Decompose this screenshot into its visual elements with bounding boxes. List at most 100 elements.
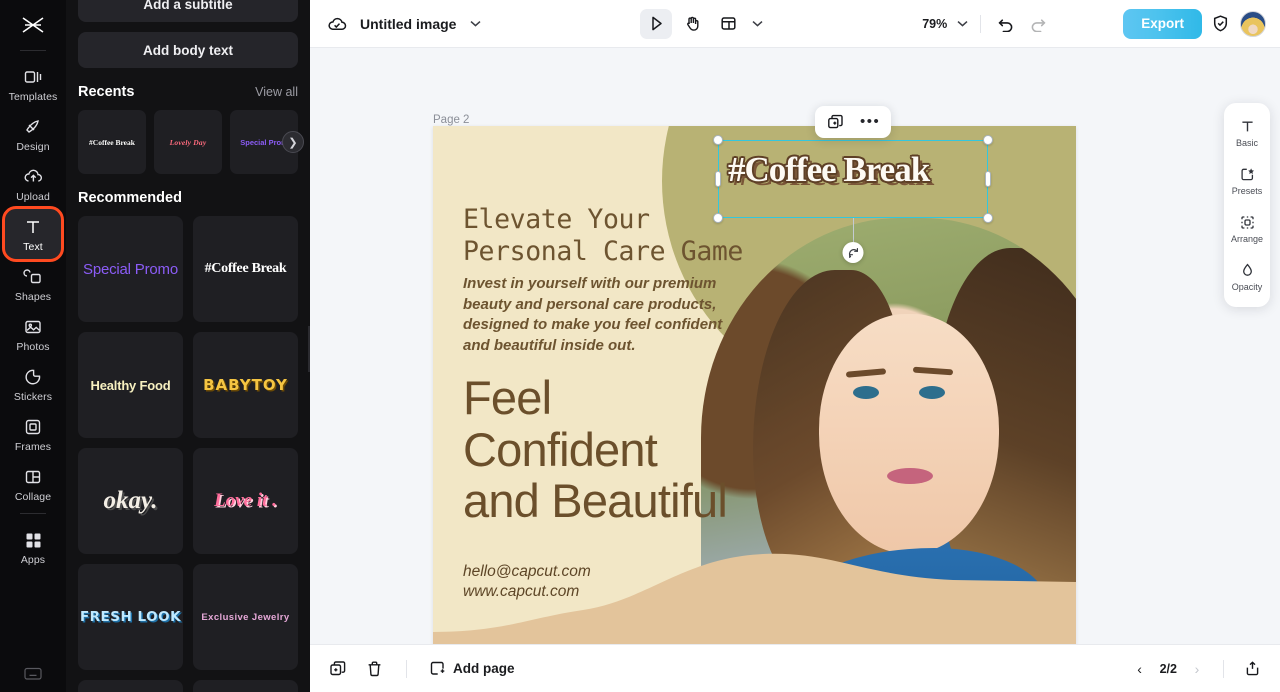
layout-panel-icon[interactable]: [712, 9, 744, 39]
duplicate-layer-icon[interactable]: [826, 113, 844, 131]
shapes-icon: [22, 266, 44, 288]
export-button[interactable]: Export: [1123, 8, 1202, 39]
panel-item-basic[interactable]: Basic: [1225, 113, 1269, 151]
rotate-handle-icon[interactable]: [842, 242, 864, 263]
sidebar-item-label: Frames: [14, 441, 52, 453]
sidebar-item-frames[interactable]: Frames: [5, 409, 61, 459]
canvas-tools: [640, 8, 763, 39]
shield-check-icon[interactable]: [1208, 11, 1234, 37]
capcut-logo-icon[interactable]: [13, 8, 53, 42]
add-page-label: Add page: [453, 661, 515, 676]
sidebar-item-upload[interactable]: Upload: [5, 159, 61, 209]
next-page-button[interactable]: ›: [1189, 661, 1205, 677]
add-page-button[interactable]: Add page: [429, 660, 515, 677]
sidebar-item-design[interactable]: Design: [5, 109, 61, 159]
duplicate-page-icon[interactable]: [328, 659, 348, 679]
present-export-icon[interactable]: [1242, 659, 1262, 679]
photo-face: [819, 314, 999, 554]
presets-star-icon: [1237, 164, 1257, 184]
panel-item-arrange[interactable]: Arrange: [1225, 209, 1269, 247]
template-card[interactable]: Love it .: [193, 448, 298, 554]
design-canvas-wrapper[interactable]: Elevate Your Personal Care Game Invest i…: [433, 126, 1076, 644]
sidebar-item-photos[interactable]: Photos: [5, 309, 61, 359]
design-big-heading[interactable]: Feel Confident and Beautiful: [463, 371, 728, 527]
sidebar-item-label: Collage: [14, 491, 52, 503]
template-card-label: BABYTOY: [203, 376, 288, 394]
recent-template-card[interactable]: Lovely Day: [154, 110, 222, 174]
sidebar-item-label: Design: [16, 141, 50, 153]
sidebar-item-apps[interactable]: Apps: [5, 522, 61, 572]
design-body-copy[interactable]: Invest in yourself with our premium beau…: [463, 274, 722, 357]
design-icon: [22, 116, 44, 138]
top-toolbar: Untitled image 79% Export: [310, 0, 1280, 48]
stickers-icon: [22, 366, 44, 388]
design-contact-info[interactable]: hello@capcut.com www.capcut.com: [463, 562, 591, 602]
chevron-down-icon[interactable]: [752, 20, 763, 27]
templates-icon: [22, 66, 44, 88]
template-card-label: Love it .: [214, 490, 277, 511]
recommended-header: Recommended: [78, 190, 298, 206]
template-card[interactable]: [78, 680, 183, 692]
sidebar-item-collage[interactable]: Collage: [5, 459, 61, 509]
add-subtitle-button[interactable]: Add a subtitle: [78, 0, 298, 22]
template-card[interactable]: BABYTOY: [193, 332, 298, 438]
page-label: Page 2: [433, 114, 470, 126]
keyboard-shortcuts-icon[interactable]: [23, 666, 43, 692]
undo-arrow-icon[interactable]: [993, 11, 1019, 37]
template-card[interactable]: [193, 680, 298, 692]
cloud-saved-icon[interactable]: [324, 11, 350, 37]
resize-handle-bottom-left[interactable]: [713, 213, 723, 223]
template-card-label: Exclusive Jewelry: [201, 611, 290, 623]
template-card[interactable]: Special Promo: [78, 216, 183, 322]
sidebar-item-stickers[interactable]: Stickers: [5, 359, 61, 409]
sidebar-item-label: Apps: [20, 554, 46, 566]
redo-arrow-icon[interactable]: [1025, 11, 1051, 37]
user-avatar[interactable]: [1239, 10, 1266, 37]
sidebar-item-label: Templates: [8, 91, 58, 103]
template-card[interactable]: FRESH LOOK: [78, 564, 183, 670]
canvas-stage[interactable]: Page 2 ••• Elevate Your Personal Care Ga…: [310, 48, 1280, 644]
prev-page-button[interactable]: ‹: [1132, 661, 1148, 677]
hand-pan-icon[interactable]: [676, 9, 708, 39]
resize-handle-middle-right[interactable]: [985, 171, 991, 187]
divider: [1223, 659, 1224, 678]
resize-handle-top-left[interactable]: [713, 135, 723, 145]
trash-icon[interactable]: [364, 659, 384, 679]
template-card[interactable]: #Coffee Break: [193, 216, 298, 322]
template-card[interactable]: Healthy Food: [78, 332, 183, 438]
sidebar-item-shapes[interactable]: Shapes: [5, 259, 61, 309]
add-page-icon: [429, 660, 446, 677]
capcut-editor-window: Templates Design Upload Text Shapes Phot…: [0, 0, 1280, 692]
chevron-down-icon[interactable]: [470, 20, 481, 27]
resize-handle-top-right[interactable]: [983, 135, 993, 145]
body-line-1: Invest in yourself with our premium: [463, 275, 717, 292]
recents-header: Recents View all: [78, 84, 298, 100]
design-headline[interactable]: Elevate Your Personal Care Game: [463, 204, 743, 269]
chevron-down-icon[interactable]: [957, 20, 968, 27]
recent-card-label: Special Prom: [240, 137, 288, 147]
text-t-icon: [1237, 116, 1257, 136]
view-all-link[interactable]: View all: [255, 85, 298, 99]
recommended-grid: Special Promo #Coffee Break Healthy Food…: [78, 216, 298, 692]
panel-collapse-handle[interactable]: ❮: [308, 326, 310, 372]
panel-item-opacity[interactable]: Opacity: [1225, 257, 1269, 295]
collage-icon: [22, 466, 44, 488]
panel-item-presets[interactable]: Presets: [1225, 161, 1269, 199]
recent-template-card[interactable]: #Coffee Break: [78, 110, 146, 174]
zoom-level[interactable]: 79%: [922, 17, 947, 31]
chevron-right-icon[interactable]: ❯: [282, 131, 304, 153]
add-body-text-button[interactable]: Add body text: [78, 32, 298, 68]
headline-line-2: Personal Care Game: [463, 236, 743, 268]
resize-handle-bottom-right[interactable]: [983, 213, 993, 223]
sidebar-item-text[interactable]: Text: [2, 206, 64, 262]
resize-handle-middle-left[interactable]: [715, 171, 721, 187]
bottom-toolbar: Add page ‹ 2/2 ›: [310, 644, 1280, 692]
cursor-select-icon[interactable]: [640, 8, 673, 39]
photo-lips: [887, 468, 933, 484]
template-card[interactable]: Exclusive Jewelry: [193, 564, 298, 670]
big-line-1: Feel: [463, 371, 552, 424]
template-card[interactable]: okay.: [78, 448, 183, 554]
sidebar-item-templates[interactable]: Templates: [5, 59, 61, 109]
photos-icon: [22, 316, 44, 338]
document-title[interactable]: Untitled image: [360, 16, 456, 32]
